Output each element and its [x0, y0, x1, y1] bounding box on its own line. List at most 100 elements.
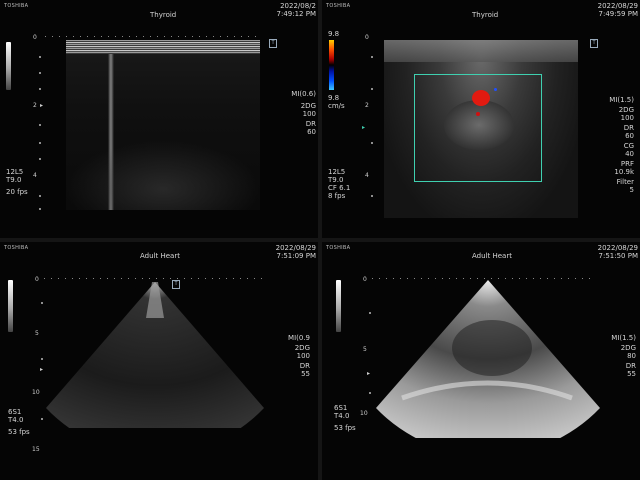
depth-scale-0: 0	[365, 34, 369, 41]
param-filter-label: Filter	[616, 178, 634, 186]
depth-dot	[369, 392, 371, 394]
frame-rate: 8 fps	[328, 192, 346, 200]
probe-orientation-icon: T	[590, 39, 598, 48]
tis-label: T4.0	[334, 412, 350, 420]
tis-label: T9.0	[6, 176, 22, 184]
color-frequency-label: CF 6.1	[328, 184, 351, 192]
param-mi: MI(1.5)	[609, 96, 634, 104]
param-cg-value: 40	[625, 150, 634, 158]
depth-scale-5: 5	[363, 346, 367, 353]
param-gain-value: 100	[296, 352, 310, 360]
probe-label: 6S1	[8, 408, 22, 416]
exam-title: Adult Heart	[140, 252, 180, 260]
param-gain-label: 2DG	[300, 102, 316, 110]
exam-date: 2022/08/29	[597, 244, 638, 252]
depth-scale-2: 2	[365, 102, 369, 109]
param-gain-value: 100	[620, 114, 634, 122]
param-dr-value: 60	[307, 128, 316, 136]
depth-dot	[39, 208, 41, 210]
param-mi: MI(0.9	[288, 334, 310, 342]
depth-dot	[369, 312, 371, 314]
depth-scale-4: 4	[365, 172, 369, 179]
grayscale-bar	[8, 280, 13, 332]
param-gain-value: 100	[302, 110, 316, 118]
param-mi: MI(0.6)	[291, 90, 316, 98]
depth-dot	[371, 142, 373, 144]
param-prf-value: 10.9k	[614, 168, 634, 176]
exam-time: 7:51:09 PM	[276, 252, 316, 260]
exam-date: 2022/08/29	[275, 244, 316, 252]
param-dr-label: DR	[625, 362, 636, 370]
m-mode-trace-image	[66, 40, 260, 210]
brand-label: TOSHIBA	[4, 3, 29, 9]
exam-title: Thyroid	[150, 11, 177, 19]
depth-dot	[371, 88, 373, 90]
param-dr-value: 55	[301, 370, 310, 378]
depth-dot	[39, 72, 41, 74]
exam-title: Adult Heart	[472, 252, 512, 260]
exam-title: Thyroid	[472, 11, 499, 19]
tis-label: T9.0	[328, 176, 344, 184]
param-cg-label: CG	[623, 142, 634, 150]
depth-dot	[39, 56, 41, 58]
brand-label: TOSHIBA	[4, 245, 29, 251]
cardiac-sector-image	[46, 282, 264, 428]
color-velocity-bar	[329, 40, 334, 90]
tis-label: T4.0	[8, 416, 24, 424]
frame-rate: 53 fps	[8, 428, 30, 436]
depth-dot	[371, 56, 373, 58]
grayscale-bar	[6, 42, 11, 90]
param-dr-value: 60	[625, 132, 634, 140]
param-dr-value: 55	[627, 370, 636, 378]
panel-thyroid-color-doppler[interactable]: TOSHIBA Thyroid 2022/08/29 7:49:59 PM 9.…	[322, 0, 640, 238]
grayscale-bar	[336, 280, 341, 332]
panel-thyroid-m-mode[interactable]: TOSHIBA Thyroid 2022/08/2 7:49:12 PM 0 2…	[0, 0, 318, 238]
probe-label: 6S1	[334, 404, 348, 412]
time-scale-dots	[45, 36, 260, 37]
exam-date: 2022/08/29	[597, 2, 638, 10]
depth-scale-0: 0	[363, 276, 367, 283]
brand-label: TOSHIBA	[326, 3, 351, 9]
depth-scale-0: 0	[35, 276, 39, 283]
color-doppler-image	[384, 40, 578, 218]
param-prf-label: PRF	[620, 160, 634, 168]
exam-time: 7:51:50 PM	[598, 252, 638, 260]
exam-time: 7:49:59 PM	[598, 10, 638, 18]
param-filter-value: 5	[629, 186, 634, 194]
param-dr-label: DR	[305, 120, 316, 128]
frame-rate: 53 fps	[334, 424, 356, 432]
focus-arrow-icon: ▸	[40, 102, 44, 109]
depth-dot	[39, 124, 41, 126]
depth-dot	[371, 195, 373, 197]
frame-rate: 20 fps	[6, 188, 28, 196]
param-gain-label: 2DG	[620, 344, 636, 352]
panel-adult-heart-2[interactable]: TOSHIBA Adult Heart 2022/08/29 7:51:50 P…	[322, 242, 640, 480]
brand-label: TOSHIBA	[326, 245, 351, 251]
cardiac-sector-image	[376, 280, 600, 438]
param-dr-label: DR	[299, 362, 310, 370]
depth-dot	[39, 195, 41, 197]
exam-time: 7:49:12 PM	[276, 10, 316, 18]
param-gain-label: 2DG	[618, 106, 634, 114]
depth-scale-4: 4	[33, 172, 37, 179]
depth-dot	[39, 142, 41, 144]
param-gain-label: 2DG	[294, 344, 310, 352]
depth-scale-10: 10	[360, 410, 368, 417]
depth-scale-5: 5	[35, 330, 39, 337]
depth-scale-0: 0	[33, 34, 37, 41]
depth-scale-15: 15	[32, 446, 40, 453]
panel-adult-heart-1[interactable]: TOSHIBA Adult Heart 2022/08/29 7:51:09 P…	[0, 242, 318, 480]
depth-scale-10: 10	[32, 389, 40, 396]
param-mi: MI(1.5)	[611, 334, 636, 342]
velocity-unit: cm/s	[328, 102, 345, 110]
param-dr-label: DR	[623, 124, 634, 132]
param-gain-value: 80	[627, 352, 636, 360]
depth-dot	[39, 158, 41, 160]
probe-label: 12L5	[6, 168, 24, 176]
depth-scale-2: 2	[33, 102, 37, 109]
depth-dot	[39, 88, 41, 90]
probe-orientation-icon: T	[269, 39, 277, 48]
velocity-min-label: 9.8	[328, 94, 340, 102]
exam-date: 2022/08/2	[280, 2, 316, 10]
focus-arrow-icon: ▸	[362, 124, 366, 131]
